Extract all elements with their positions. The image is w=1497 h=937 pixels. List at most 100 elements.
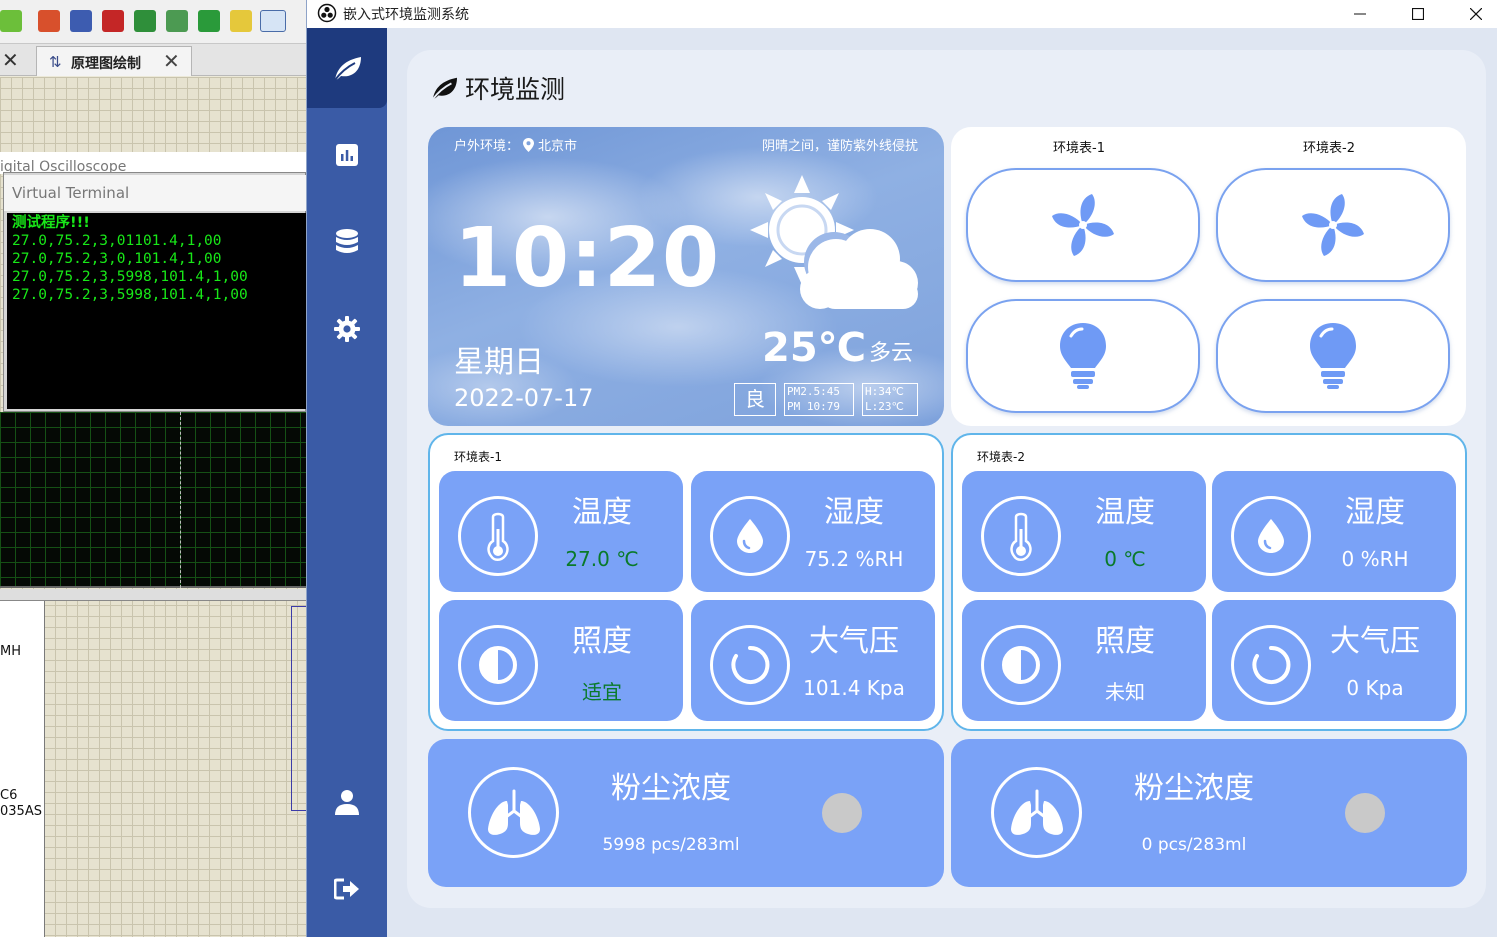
schematic-wire [291,606,306,811]
illuminance-value: 适宜 [582,680,622,704]
terminal-line: 27.0,75.2,3,5998,101.4,1,00 [12,269,248,285]
sidebar [307,28,387,937]
fan-icon [1302,194,1364,256]
toolbar-bom-icon[interactable] [230,10,252,32]
pm25-value: PM2.5:45 [787,385,840,398]
database-icon [336,229,358,253]
tab-schematic[interactable]: ⇅ 原理图绘制 ✕ [36,46,192,76]
nav-logout[interactable] [307,849,387,929]
temperature-tile: 温度 27.0 ℃ [439,471,683,592]
high-temp: H:34℃ [865,385,904,398]
water-drop-icon [1258,519,1284,553]
fan-icon [1052,194,1114,256]
dust-tile-2: 粉尘浓度 0 pcs/283ml [951,739,1467,887]
light-toggle-button-1[interactable] [966,299,1200,413]
temperature-label: 温度 [572,495,632,530]
humidity-label: 湿度 [1345,495,1405,530]
toolbar-layers-icon[interactable] [198,10,220,32]
virtual-terminal-title: Virtual Terminal [4,175,306,211]
close-icon[interactable]: ✕ [2,48,19,72]
humidity-icon-ring [1231,496,1311,576]
temperature-value: 27.0 ℃ [565,547,639,571]
dust-label: 粉尘浓度 [611,771,731,806]
temperature-value: 0 ℃ [1104,547,1146,571]
status-indicator [822,793,862,833]
minimize-button[interactable] [1337,0,1383,28]
ide-tab-row: ✕ ⇅ 原理图绘制 ✕ [0,44,306,76]
pressure-icon-ring [1231,625,1311,705]
tab-close-icon[interactable]: ✕ [163,49,180,73]
title-bar[interactable]: 嵌入式环境监测系统 [307,0,1497,28]
bar-chart-icon [336,144,358,166]
contrast-icon [479,646,517,684]
humidity-label: 湿度 [824,495,884,530]
component-panel: MH C6 035AS [0,600,45,937]
oscilloscope-title: igital Oscilloscope [0,152,306,174]
nav-environment[interactable] [307,28,387,108]
weather-location: 户外环境： 北京市 [454,135,577,154]
toolbar-arrow-icon[interactable] [0,10,22,32]
toolbar-home-icon[interactable] [38,10,60,32]
water-drop-icon [737,519,763,553]
date: 2022-07-17 [454,384,594,412]
fan-toggle-button-1[interactable] [966,168,1200,282]
toolbar-chip-icon[interactable] [102,10,124,32]
nav-settings[interactable] [307,289,387,369]
control-column-title: 环境表-1 [1053,141,1105,156]
illuminance-tile: 照度 适宜 [439,600,683,721]
pressure-value: 0 Kpa [1346,676,1404,700]
pressure-label: 大气压 [1330,624,1420,659]
nav-database[interactable] [307,202,387,282]
illuminance-label: 照度 [572,624,632,659]
status-indicator [1345,793,1385,833]
weekday: 星期日 [454,345,544,380]
gear-icon [334,316,360,342]
toolbar-binary-icon[interactable] [260,10,286,32]
logout-icon [334,878,359,900]
nav-user[interactable] [307,762,387,842]
sensor-panel-1: 环境表-1 温度 27.0 ℃ 湿度 75.2 %RH 照度 适宜 大气压 10… [428,433,944,731]
maximize-button[interactable] [1395,0,1441,28]
toolbar-schematic-icon[interactable] [70,10,92,32]
app-window: 嵌入式环境监测系统 环境监测 户外环境： 北京市 阴晴之间，谨防紫外线侵扰 10… [306,0,1497,937]
lungs-icon [487,789,540,835]
thermometer-icon [1010,512,1032,561]
nav-statistics[interactable] [307,115,387,195]
component-label: MH [0,644,21,659]
illuminance-icon-ring [981,625,1061,705]
light-toggle-button-2[interactable] [1216,299,1450,413]
weather-condition: 多云 [869,341,914,366]
temperature-icon-ring [458,496,538,576]
illuminance-tile: 照度 未知 [962,600,1206,721]
pressure-tile: 大气压 0 Kpa [1212,600,1456,721]
close-button[interactable] [1453,0,1497,28]
virtual-terminal-window: Virtual Terminal 测试程序!!! 27.0,75.2,3,0110… [3,172,306,412]
toolbar-3d-icon[interactable] [134,10,156,32]
humidity-value: 75.2 %RH [804,547,904,571]
terminal-line: 27.0,75.2,3,01101.4,1,00 [12,233,222,249]
illuminance-label: 照度 [1095,624,1155,659]
loading-ring-icon [731,645,770,684]
leaf-icon [334,57,361,81]
app-logo-icon [317,3,337,23]
page-header: 环境监测 [429,70,565,106]
control-column-title: 环境表-2 [1303,141,1355,156]
lungs-icon [1010,789,1063,835]
fan-toggle-button-2[interactable] [1216,168,1450,282]
oscilloscope-footer [0,589,306,601]
humidity-value: 0 %RH [1341,547,1409,571]
pressure-icon-ring [710,625,790,705]
pressure-label: 大气压 [809,624,899,659]
lungs-icon-ring [468,767,559,858]
aqi-badge: 良 [734,383,776,416]
low-temp: L:23℃ [865,400,904,413]
temperature-icon-ring [981,496,1061,576]
humidity-tile: 湿度 0 %RH [1212,471,1456,592]
close-icon [1470,8,1482,20]
pm-readings: PM2.5:45 PM 10:79 [784,383,854,416]
location-label: 户外环境： [454,139,520,154]
contrast-icon [1002,646,1040,684]
toolbar-zoom-icon[interactable] [166,10,188,32]
terminal-line: 27.0,75.2,3,5998,101.4,1,00 [12,287,248,303]
terminal-screen[interactable]: 测试程序!!! 27.0,75.2,3,01101.4,1,00 27.0,75.2… [7,213,306,409]
